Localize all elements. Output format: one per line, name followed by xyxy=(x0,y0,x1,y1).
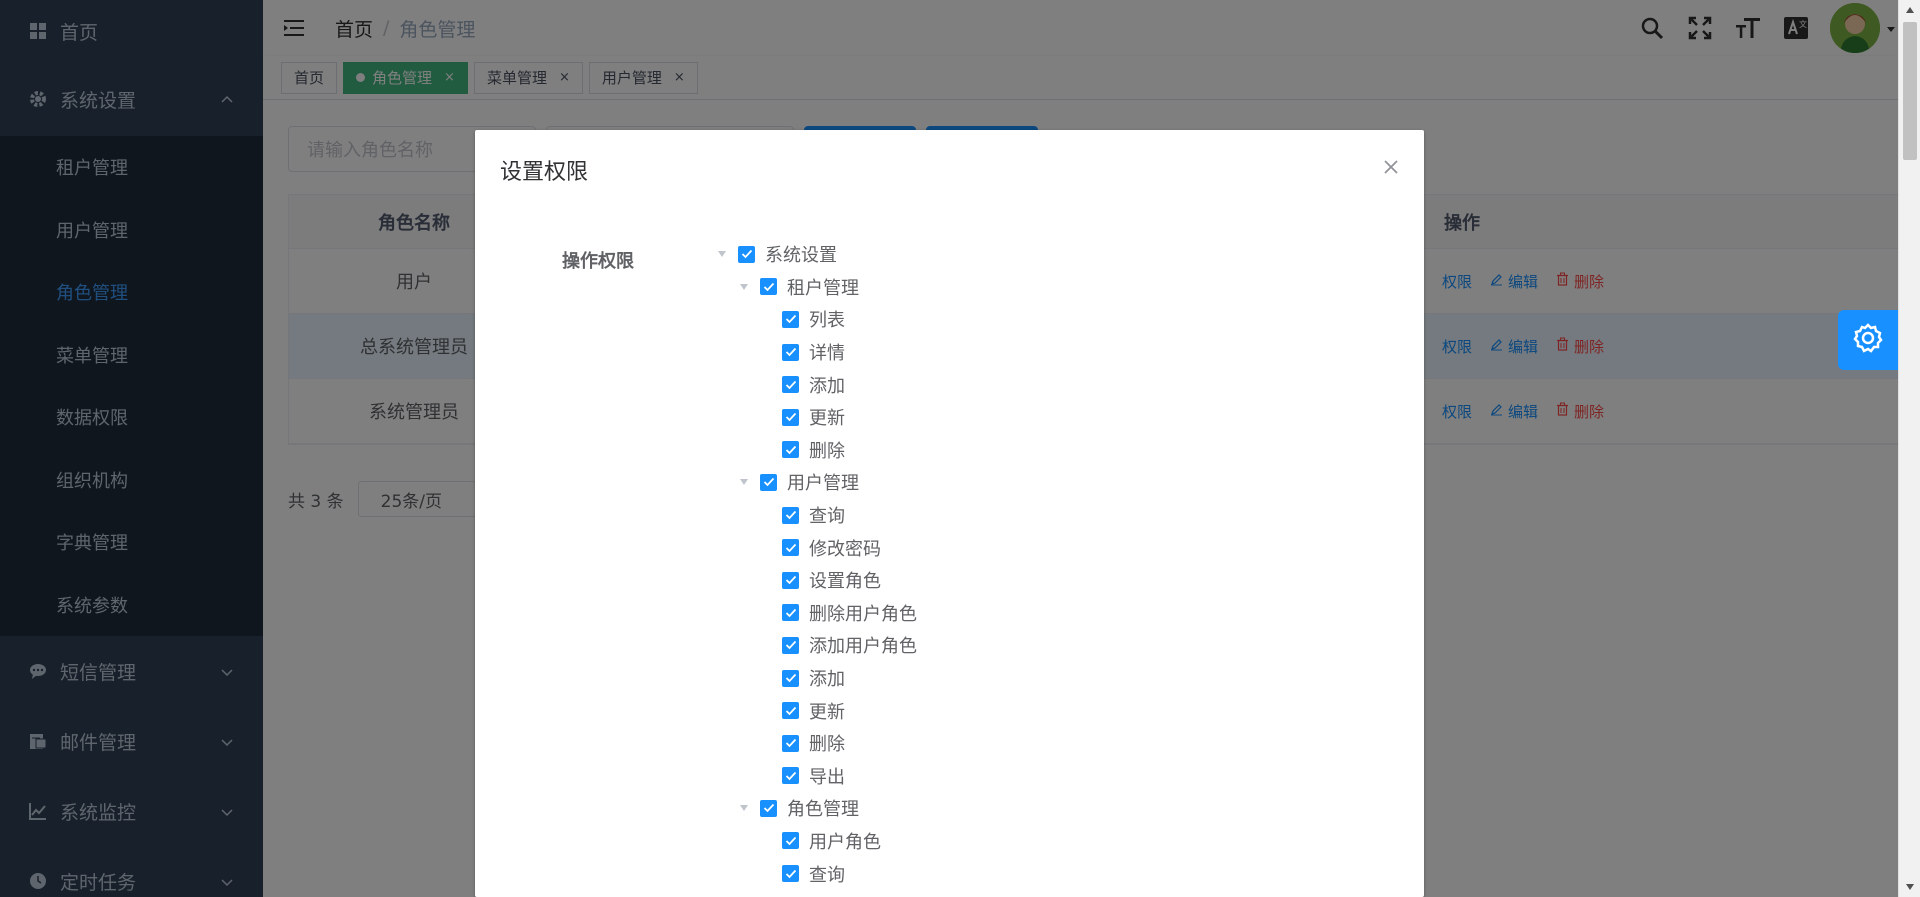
permission-dialog: 设置权限 操作权限 系统设置 租户管理 列表 详情 添加 更新 删除 用户管理 查询 修改密码 设置… xyxy=(475,130,1424,897)
checkbox-checked[interactable] xyxy=(782,636,799,654)
tree-node-label: 用户角色 xyxy=(809,831,881,853)
tree-node-label: 删除 xyxy=(809,734,845,756)
tree-node-label: 用户管理 xyxy=(787,473,859,495)
tree-node[interactable]: 详情 xyxy=(716,336,917,369)
tree-node-label: 删除用户角色 xyxy=(809,603,917,625)
tree-node-label: 添加 xyxy=(809,669,845,691)
tree-node[interactable]: 导出 xyxy=(716,760,917,793)
checkbox-checked[interactable] xyxy=(782,310,799,328)
tree-node[interactable]: 设置角色 xyxy=(716,564,917,597)
gear-icon xyxy=(1852,322,1884,359)
checkbox-checked[interactable] xyxy=(782,832,799,850)
tree-node[interactable]: 添加 xyxy=(716,662,917,695)
tree-node-label: 详情 xyxy=(809,343,845,365)
tree-node-label: 设置角色 xyxy=(809,571,881,593)
tree-node-label: 修改密码 xyxy=(809,538,881,560)
checkbox-checked[interactable] xyxy=(738,245,755,263)
checkbox-checked[interactable] xyxy=(782,376,799,394)
caret-down-icon[interactable] xyxy=(738,476,750,488)
checkbox-checked[interactable] xyxy=(782,669,799,687)
checkbox-checked[interactable] xyxy=(760,473,777,491)
checkbox-checked[interactable] xyxy=(782,571,799,589)
tree-node[interactable]: 添加用户角色 xyxy=(716,629,917,662)
settings-drawer-button[interactable] xyxy=(1838,310,1898,370)
scroll-thumb[interactable] xyxy=(1903,22,1917,160)
close-icon[interactable] xyxy=(1382,158,1400,176)
checkbox-checked[interactable] xyxy=(782,767,799,785)
tree-node[interactable]: 更新 xyxy=(716,401,917,434)
tree-node[interactable]: 删除 xyxy=(716,727,917,760)
checkbox-checked[interactable] xyxy=(782,865,799,883)
tree-node[interactable]: 更新 xyxy=(716,694,917,727)
tree-node-label: 更新 xyxy=(809,408,845,430)
tree-node-label: 查询 xyxy=(809,864,845,886)
tree-node[interactable]: 删除 xyxy=(716,434,917,467)
checkbox-checked[interactable] xyxy=(782,343,799,361)
checkbox-checked[interactable] xyxy=(782,408,799,426)
dialog-title: 设置权限 xyxy=(500,160,589,185)
checkbox-checked[interactable] xyxy=(782,702,799,720)
tree-node[interactable]: 修改密码 xyxy=(716,531,917,564)
checkbox-checked[interactable] xyxy=(760,278,777,296)
checkbox-checked[interactable] xyxy=(760,799,777,817)
tree-node-label: 导出 xyxy=(809,766,845,788)
tree-node-label: 列表 xyxy=(809,310,845,332)
tree-node[interactable]: 删除用户角色 xyxy=(716,597,917,630)
tree-node[interactable]: 用户角色 xyxy=(716,825,917,858)
caret-down-icon[interactable] xyxy=(738,281,750,293)
tree-node-label: 添加 xyxy=(809,375,845,397)
tree-node-label: 查询 xyxy=(809,506,845,528)
permission-tree: 系统设置 租户管理 列表 详情 添加 更新 删除 用户管理 查询 修改密码 设置角色 删除用户角色 添加… xyxy=(716,238,917,897)
tree-node[interactable]: 添加 xyxy=(716,368,917,401)
tree-node[interactable]: 系统设置 xyxy=(716,238,917,271)
tree-node[interactable]: 添加 xyxy=(716,890,917,897)
checkbox-checked[interactable] xyxy=(782,441,799,459)
scroll-up-icon[interactable] xyxy=(1899,0,1920,20)
tree-node-label: 删除 xyxy=(809,440,845,462)
tree-node-label: 租户管理 xyxy=(787,277,859,299)
tree-node-label: 更新 xyxy=(809,701,845,723)
checkbox-checked[interactable] xyxy=(782,604,799,622)
caret-down-icon[interactable] xyxy=(716,248,728,260)
scroll-down-icon[interactable] xyxy=(1899,877,1920,897)
tree-node-label: 系统设置 xyxy=(765,245,837,267)
checkbox-checked[interactable] xyxy=(782,734,799,752)
tree-node[interactable]: 角色管理 xyxy=(716,792,917,825)
tree-node-label: 角色管理 xyxy=(787,799,859,821)
tree-node[interactable]: 列表 xyxy=(716,303,917,336)
tree-node-label: 添加用户角色 xyxy=(809,636,917,658)
tree-node[interactable]: 租户管理 xyxy=(716,271,917,304)
permission-label: 操作权限 xyxy=(562,251,634,272)
tree-node[interactable]: 查询 xyxy=(716,499,917,532)
tree-node[interactable]: 查询 xyxy=(716,857,917,890)
scrollbar[interactable] xyxy=(1898,0,1920,897)
checkbox-checked[interactable] xyxy=(782,539,799,557)
tree-node-label: 添加 xyxy=(809,893,845,897)
tree-node[interactable]: 用户管理 xyxy=(716,466,917,499)
caret-down-icon[interactable] xyxy=(738,802,750,814)
checkbox-checked[interactable] xyxy=(782,506,799,524)
